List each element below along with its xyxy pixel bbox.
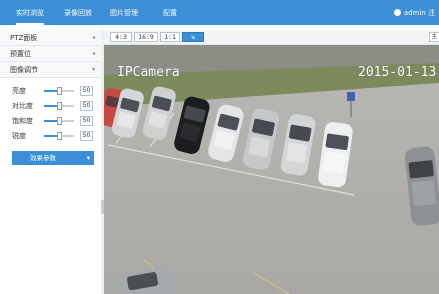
more-button[interactable]: 主 bbox=[429, 32, 439, 42]
sharpness-slider[interactable] bbox=[44, 132, 74, 140]
brightness-value[interactable]: 50 bbox=[80, 86, 93, 96]
slider-knob[interactable] bbox=[56, 117, 62, 125]
live-video[interactable]: IPCamera 2015-01-13 13 bbox=[104, 45, 439, 294]
effect-params-label: 效果参数 bbox=[30, 154, 56, 162]
contrast-label: 对比度 bbox=[12, 102, 33, 110]
saturation-slider[interactable] bbox=[44, 117, 74, 125]
ratio-16-9-button[interactable]: 16:9 bbox=[134, 32, 158, 42]
top-nav-bar: 实时浏览 录像回放 图片管理 配置 admin 注 bbox=[0, 0, 439, 25]
panel-ptz-label: PTZ面板 bbox=[10, 34, 38, 42]
panel-preset-label: 预置位 bbox=[10, 50, 31, 58]
chevron-down-icon: ▾ bbox=[91, 66, 95, 73]
ratio-1-1-button[interactable]: 1:1 bbox=[160, 32, 180, 42]
panel-preset[interactable]: 预置位 ◂ bbox=[0, 46, 101, 62]
brightness-label: 亮度 bbox=[12, 87, 26, 95]
panel-image-adjust-label: 图像调节 bbox=[10, 66, 38, 74]
ratio-4-3-button[interactable]: 4:3 bbox=[110, 32, 132, 42]
contrast-slider[interactable] bbox=[44, 102, 74, 110]
osd-datetime: 2015-01-13 13 bbox=[358, 65, 439, 80]
panel-ptz[interactable]: PTZ面板 ◂ bbox=[0, 30, 101, 46]
fit-window-button[interactable]: ⇲ bbox=[182, 32, 204, 42]
camera-scene bbox=[104, 45, 439, 294]
tab-config[interactable]: 配置 bbox=[163, 0, 177, 25]
user-icon bbox=[393, 9, 401, 16]
user-extra: 注 bbox=[428, 9, 435, 17]
sharpness-label: 锐度 bbox=[12, 132, 26, 140]
adjust-row-sharpness: 锐度 50 bbox=[0, 130, 101, 142]
contrast-value[interactable]: 50 bbox=[80, 101, 93, 111]
video-toolbar: 4:3 16:9 1:1 ⇲ 主 bbox=[104, 30, 439, 45]
chevron-left-icon: ◂ bbox=[91, 50, 95, 57]
sidebar: PTZ面板 ◂ 预置位 ◂ 图像调节 ▾ 亮度 50 对比度 50 饱和度 50… bbox=[0, 30, 102, 294]
chevron-left-icon: ◂ bbox=[91, 34, 95, 41]
slider-knob[interactable] bbox=[56, 132, 62, 140]
adjust-row-saturation: 饱和度 50 bbox=[0, 115, 101, 127]
saturation-label: 饱和度 bbox=[12, 117, 33, 125]
username: admin bbox=[403, 9, 426, 17]
adjust-row-brightness: 亮度 50 bbox=[0, 85, 101, 97]
panel-image-adjust[interactable]: 图像调节 ▾ bbox=[0, 62, 101, 78]
sharpness-value[interactable]: 50 bbox=[80, 131, 93, 141]
brightness-slider[interactable] bbox=[44, 87, 74, 95]
effect-params-button[interactable]: 效果参数 ▾ bbox=[12, 151, 94, 165]
chevron-down-icon[interactable]: ▾ bbox=[87, 151, 90, 165]
saturation-value[interactable]: 50 bbox=[80, 116, 93, 126]
tab-picture[interactable]: 图片管理 bbox=[110, 0, 138, 25]
adjust-row-contrast: 对比度 50 bbox=[0, 100, 101, 112]
user-menu[interactable]: admin 注 bbox=[393, 0, 435, 25]
osd-channel-name: IPCamera bbox=[117, 65, 180, 80]
parking-sign bbox=[347, 92, 355, 101]
tab-live-view[interactable]: 实时浏览 bbox=[16, 0, 44, 25]
slider-knob[interactable] bbox=[56, 87, 62, 95]
slider-knob[interactable] bbox=[56, 102, 62, 110]
tab-playback[interactable]: 录像回放 bbox=[64, 0, 92, 25]
